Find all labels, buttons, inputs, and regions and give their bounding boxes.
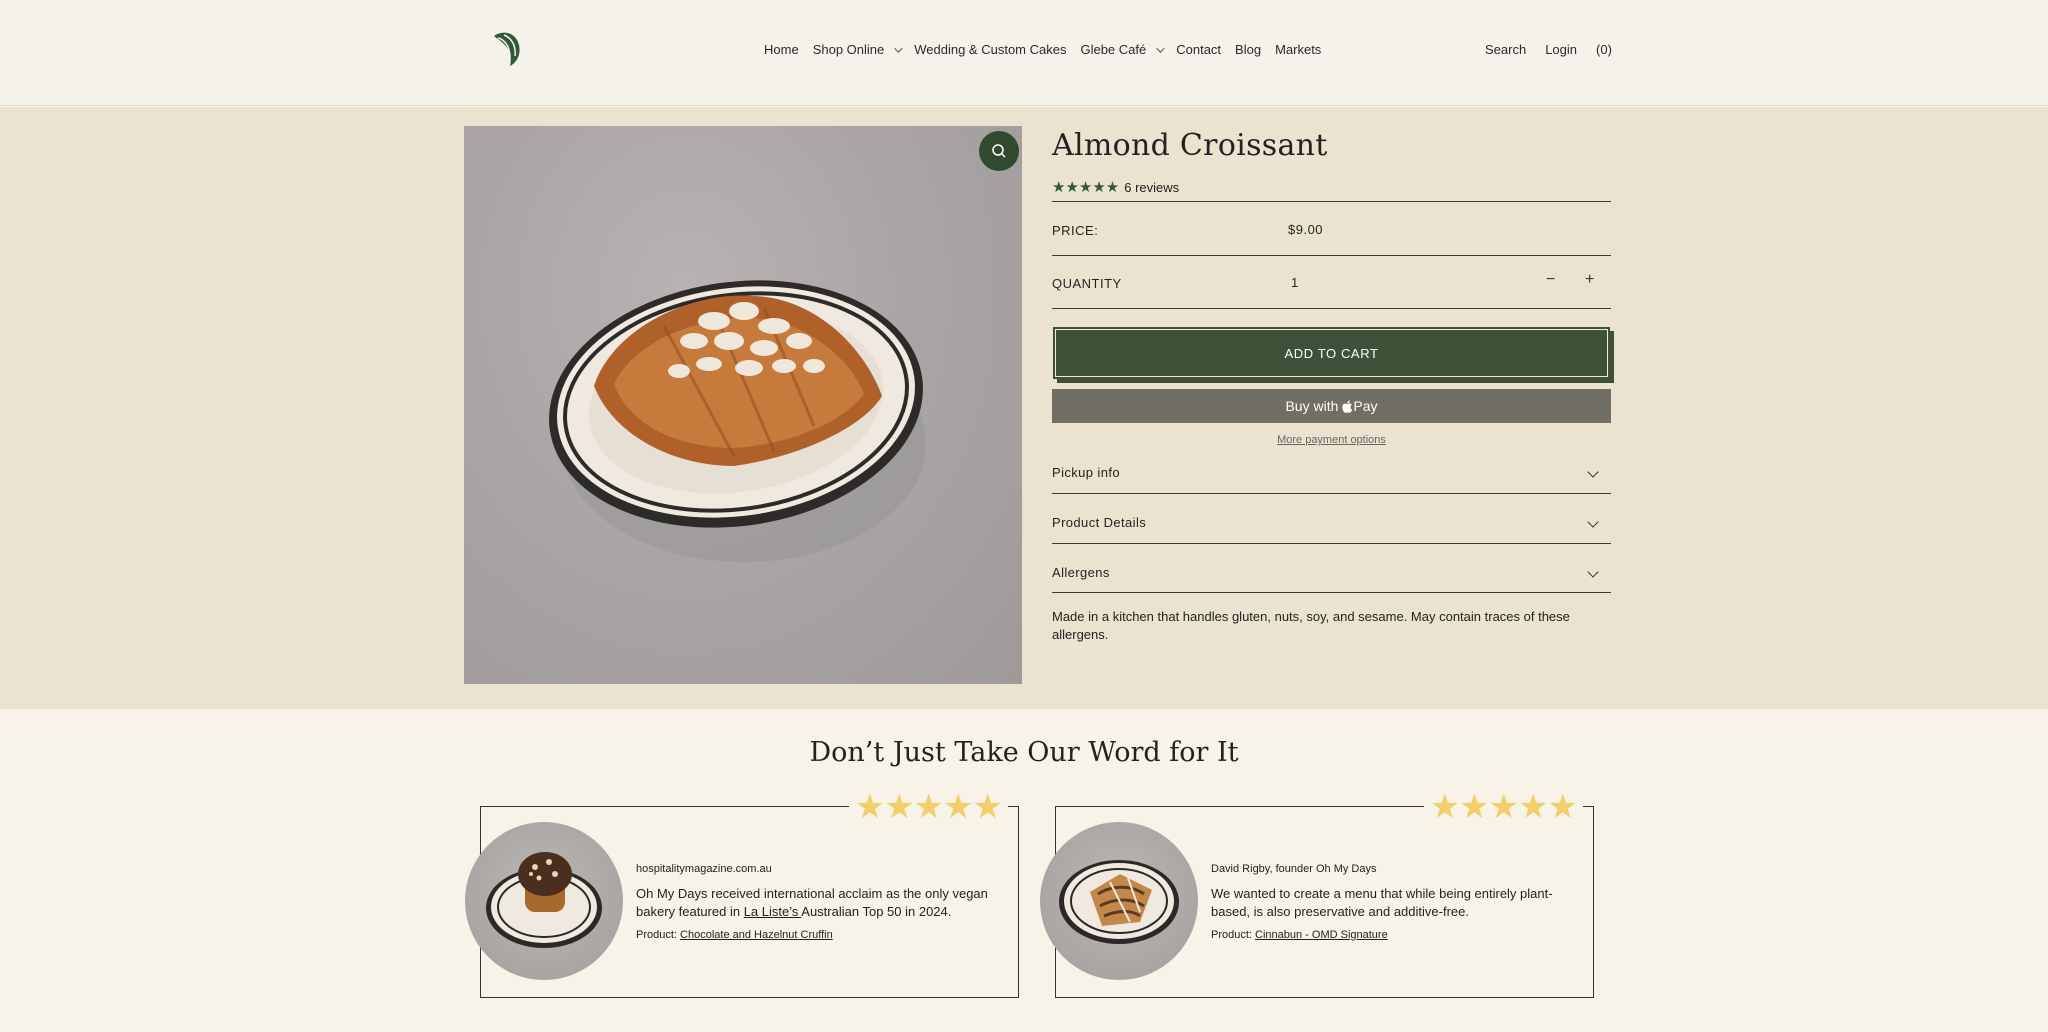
divider: [1052, 543, 1611, 544]
cruffin-illustration: [486, 852, 602, 948]
accordion-pickup-info[interactable]: Pickup info: [1052, 465, 1611, 485]
divider: [1052, 308, 1611, 309]
croissant-logo-icon[interactable]: [488, 30, 524, 68]
cart-link[interactable]: (0): [1596, 42, 1612, 57]
add-to-cart-button[interactable]: ADD TO CART: [1053, 327, 1610, 379]
product-rating[interactable]: ★★★★★ 6 reviews: [1052, 178, 1179, 196]
zoom-icon: [992, 144, 1006, 158]
product-avatar-cruffin: [465, 822, 623, 980]
search-link[interactable]: Search: [1485, 42, 1526, 57]
accordion-allergens[interactable]: Allergens: [1052, 565, 1611, 585]
nav-home[interactable]: Home: [764, 42, 799, 57]
review-count: 6 reviews: [1124, 179, 1180, 195]
review-source: hospitalitymagazine.com.au: [636, 863, 772, 875]
quantity-label: QUANTITY: [1052, 276, 1122, 291]
buy-with-label: Buy with: [1285, 398, 1339, 414]
chevron-down-icon: [1587, 516, 1599, 528]
product-avatar-cinnabun: [1040, 822, 1198, 980]
divider: [1052, 255, 1611, 256]
nav-shop-online-label: Shop Online: [812, 42, 885, 57]
header-utilities: Search Login (0): [1485, 42, 1631, 57]
cinnabun-illustration: [1059, 860, 1179, 944]
review-quote: Oh My Days received international acclai…: [636, 885, 1006, 921]
chevron-down-icon: [1587, 566, 1599, 578]
nav-wedding-label: Wedding & Custom Cakes: [914, 42, 1067, 57]
nav-contact[interactable]: Contact: [1176, 42, 1221, 57]
nav-blog-label: Blog: [1235, 42, 1262, 57]
nav-wedding-custom-cakes[interactable]: Wedding & Custom Cakes: [914, 42, 1066, 57]
product-link[interactable]: Cinnabun - OMD Signature: [1255, 929, 1388, 941]
review-card: ★★★★★ David Rigby, founder Oh My Days We…: [1040, 789, 1594, 998]
nav-markets[interactable]: Markets: [1275, 42, 1321, 57]
review-stars: ★★★★★: [848, 789, 1008, 825]
quantity-minus-button[interactable]: −: [1546, 271, 1555, 289]
nav-glebe-cafe-label: Glebe Café: [1080, 42, 1147, 57]
nav-blog[interactable]: Blog: [1235, 42, 1261, 57]
divider: [1052, 493, 1611, 494]
pay-label: Pay: [1353, 398, 1378, 414]
nav-shop-online[interactable]: Shop Online: [812, 42, 903, 57]
zoom-button[interactable]: [979, 131, 1019, 171]
allergen-text: Made in a kitchen that handles gluten, n…: [1052, 609, 1570, 642]
accordion-label: Allergens: [1052, 565, 1110, 580]
main-nav: Home Shop Online Wedding & Custom Cakes …: [764, 42, 1335, 57]
apple-pay-button[interactable]: Buy with Pay: [1052, 389, 1611, 423]
chevron-down-icon: [894, 43, 903, 53]
reviews-title: Don’t Just Take Our Word for It: [809, 737, 1239, 768]
quote-text: We wanted to create a menu that while be…: [1211, 886, 1553, 919]
croissant-plate-illustration: [549, 280, 926, 562]
review-source: David Rigby, founder Oh My Days: [1211, 863, 1377, 875]
divider: [1052, 592, 1611, 593]
nav-contact-label: Contact: [1176, 42, 1222, 57]
accordion-label: Product Details: [1052, 515, 1147, 530]
nav-markets-label: Markets: [1275, 42, 1322, 57]
chevron-down-icon: [1156, 43, 1165, 53]
review-stars: ★★★★★: [1423, 789, 1583, 825]
more-payment-options-link[interactable]: More payment options: [1052, 434, 1611, 446]
product-image[interactable]: [464, 126, 1022, 684]
price-label: PRICE:: [1052, 223, 1099, 238]
apple-icon: [1342, 400, 1353, 413]
review-quote: We wanted to create a menu that while be…: [1211, 885, 1581, 921]
review-product: Product: Chocolate and Hazelnut Cruffin: [636, 929, 833, 941]
rating-stars: ★★★★★: [1052, 179, 1120, 196]
product-label: Product:: [1211, 929, 1256, 941]
product-title: Almond Croissant: [1052, 128, 1328, 163]
nav-glebe-cafe[interactable]: Glebe Café: [1080, 42, 1165, 57]
quantity-plus-button[interactable]: +: [1585, 271, 1594, 289]
product-label: Product:: [636, 929, 681, 941]
divider: [1052, 201, 1611, 202]
site-header: Home Shop Online Wedding & Custom Cakes …: [0, 0, 2048, 106]
quantity-input[interactable]: 1: [1291, 275, 1299, 290]
review-product: Product: Cinnabun - OMD Signature: [1211, 929, 1388, 941]
quote-text: Australian Top 50 in 2024.: [801, 904, 952, 919]
login-link[interactable]: Login: [1545, 42, 1577, 57]
la-liste-link[interactable]: La Liste’s: [744, 904, 802, 919]
chevron-down-icon: [1587, 466, 1599, 478]
product-section: [0, 107, 2048, 709]
nav-home-label: Home: [764, 42, 799, 57]
product-link[interactable]: Chocolate and Hazelnut Cruffin: [680, 929, 833, 941]
price-value: $9.00: [1288, 222, 1324, 237]
accordion-product-details[interactable]: Product Details: [1052, 515, 1611, 535]
accordion-label: Pickup info: [1052, 465, 1120, 480]
review-card: ★★★★★ hospitalitymagazine.com.au Oh My D…: [465, 789, 1019, 998]
